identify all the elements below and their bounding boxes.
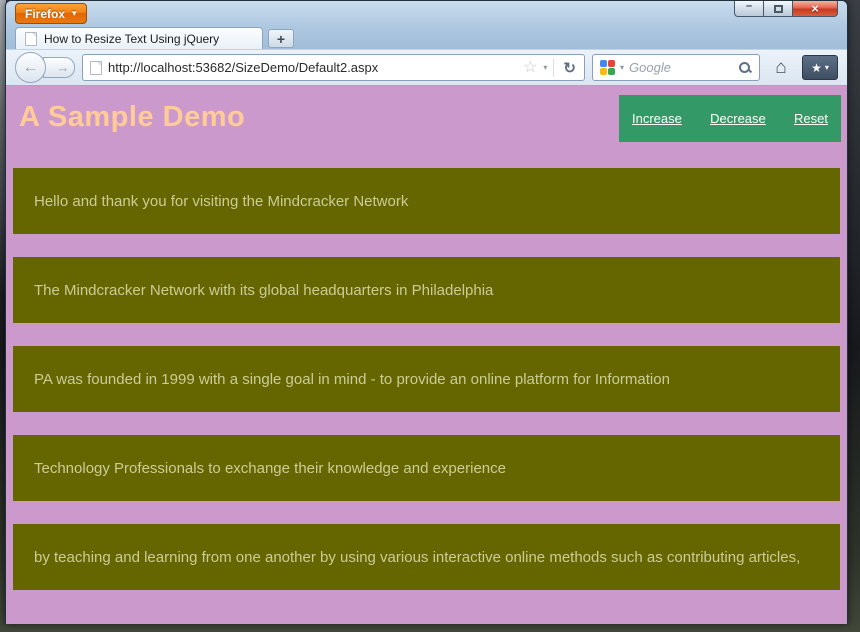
- bar-text: PA was founded in 1999 with a single goa…: [34, 370, 670, 388]
- text-bars: Hello and thank you for visiting the Min…: [13, 168, 840, 590]
- minimize-icon: –: [745, 0, 753, 12]
- maximize-button[interactable]: [764, 1, 792, 17]
- bar-text: by teaching and learning from one anothe…: [34, 548, 801, 566]
- reset-link[interactable]: Reset: [794, 111, 828, 126]
- search-input[interactable]: [629, 60, 733, 75]
- bookmarks-star-icon: ★: [811, 60, 822, 75]
- text-bar: Technology Professionals to exchange the…: [13, 435, 840, 501]
- text-bar: Hello and thank you for visiting the Min…: [13, 168, 840, 234]
- home-icon: ⌂: [775, 56, 787, 78]
- maximize-icon: [773, 4, 783, 13]
- close-icon: ×: [811, 1, 819, 16]
- text-bar: The Mindcracker Network with its global …: [13, 257, 840, 323]
- titlebar: Firefox ▾ – ×: [6, 0, 847, 27]
- back-button[interactable]: ←: [15, 52, 46, 83]
- minimize-button[interactable]: –: [734, 0, 764, 17]
- reload-icon[interactable]: ↻: [560, 59, 579, 77]
- decrease-link[interactable]: Decrease: [710, 111, 766, 126]
- forward-arrow-icon: →: [56, 60, 70, 75]
- google-logo-icon: [600, 60, 615, 75]
- home-button[interactable]: ⌂: [767, 54, 795, 81]
- search-bar[interactable]: ▾: [592, 54, 760, 81]
- back-arrow-icon: ←: [22, 58, 39, 76]
- chevron-down-icon[interactable]: ▾: [543, 63, 547, 72]
- chevron-down-icon[interactable]: ▾: [620, 63, 624, 72]
- navigation-toolbar: ← → ☆ ▾ ↻ ▾ ⌂ ★ ▾: [6, 49, 847, 86]
- url-bar[interactable]: ☆ ▾ ↻: [82, 54, 585, 81]
- window-controls: – ×: [734, 0, 838, 17]
- page-favicon-icon: [25, 31, 37, 46]
- tab-strip: How to Resize Text Using jQuery +: [6, 27, 847, 49]
- firefox-menu-button[interactable]: Firefox ▾: [15, 3, 87, 24]
- forward-button[interactable]: →: [43, 57, 75, 78]
- browser-window: Firefox ▾ – × How to Resize Text Using j…: [5, 0, 848, 624]
- resize-toolbar: Increase Decrease Reset: [619, 95, 841, 142]
- bar-text: The Mindcracker Network with its global …: [34, 281, 494, 299]
- text-bar: by teaching and learning from one anothe…: [13, 524, 840, 590]
- desktop-background: Firefox ▾ – × How to Resize Text Using j…: [0, 0, 860, 632]
- tab-active[interactable]: How to Resize Text Using jQuery: [15, 27, 263, 49]
- bookmark-star-icon[interactable]: ☆: [523, 59, 537, 76]
- url-input[interactable]: [108, 60, 518, 75]
- page-content: A Sample Demo Increase Decrease Reset He…: [6, 86, 847, 624]
- increase-link[interactable]: Increase: [632, 111, 682, 126]
- bar-text: Hello and thank you for visiting the Min…: [34, 192, 409, 210]
- new-tab-button[interactable]: +: [268, 29, 294, 48]
- search-icon[interactable]: [738, 61, 752, 75]
- divider: [553, 58, 555, 77]
- chevron-down-icon: ▾: [72, 8, 77, 18]
- site-identity-icon: [90, 60, 102, 75]
- text-bar: PA was founded in 1999 with a single goa…: [13, 346, 840, 412]
- chevron-down-icon: ▾: [824, 63, 829, 72]
- close-button[interactable]: ×: [792, 1, 838, 17]
- tab-title: How to Resize Text Using jQuery: [44, 31, 220, 46]
- firefox-menu-label: Firefox: [25, 6, 66, 21]
- bookmarks-button[interactable]: ★ ▾: [802, 55, 838, 80]
- bar-text: Technology Professionals to exchange the…: [34, 459, 506, 477]
